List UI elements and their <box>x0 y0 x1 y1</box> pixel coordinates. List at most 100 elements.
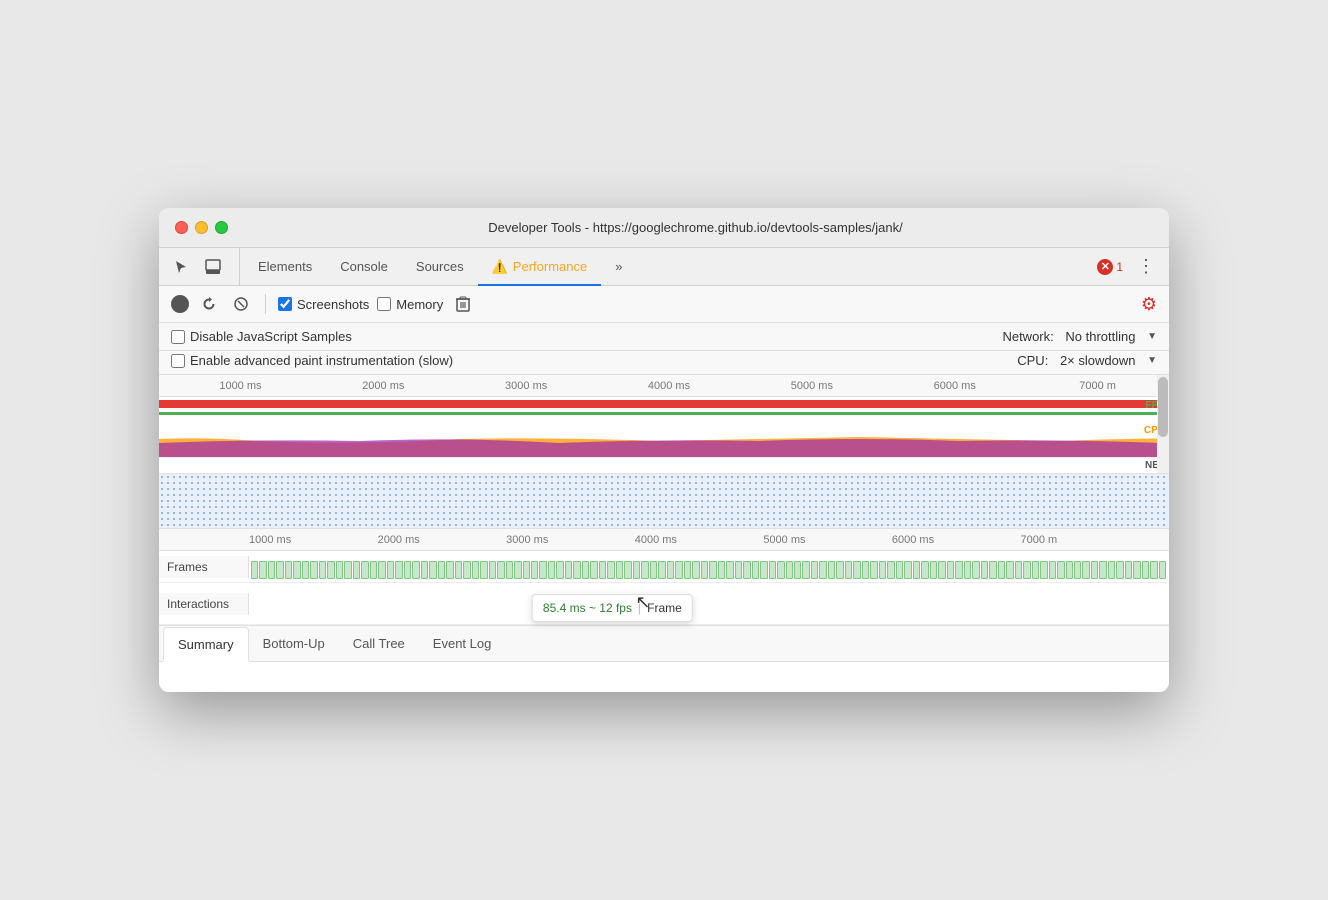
tab-bar: Elements Console Sources ⚠️ Performance … <box>159 248 1169 286</box>
main-time-5000: 5000 ms <box>763 534 892 546</box>
frame-block <box>590 561 597 579</box>
frame-block <box>828 561 835 579</box>
frame-block <box>955 561 962 579</box>
dock-icon[interactable] <box>199 253 227 281</box>
time-marker-1000: 1000 ms <box>169 380 312 392</box>
maximize-button[interactable] <box>215 221 228 234</box>
record-button[interactable] <box>171 295 189 313</box>
frame-block <box>675 561 682 579</box>
interactions-track-row: Interactions ↖ 85.4 ms ~ 12 fps | Frame <box>159 583 1169 625</box>
tab-summary[interactable]: Summary <box>163 627 249 662</box>
settings-button[interactable]: ⚙ <box>1141 294 1157 315</box>
memory-checkbox[interactable] <box>377 297 391 311</box>
frame-block <box>998 561 1005 579</box>
time-marker-3000: 3000 ms <box>455 380 598 392</box>
tab-call-tree[interactable]: Call Tree <box>339 627 419 662</box>
advanced-paint-label[interactable]: Enable advanced paint instrumentation (s… <box>171 353 453 368</box>
frame-block <box>904 561 911 579</box>
disable-js-checkbox[interactable] <box>171 330 185 344</box>
frame-block <box>319 561 326 579</box>
scrollbar-thumb[interactable] <box>1158 377 1168 437</box>
frames-blocks <box>249 553 1169 581</box>
interactions-content: ↖ 85.4 ms ~ 12 fps | Frame <box>249 590 1169 618</box>
frame-block <box>344 561 351 579</box>
tab-sources[interactable]: Sources <box>402 249 478 286</box>
frame-block <box>293 561 300 579</box>
tab-performance[interactable]: ⚠️ Performance <box>478 249 602 286</box>
frame-block <box>989 561 996 579</box>
memory-checkbox-label[interactable]: Memory <box>377 297 443 312</box>
frame-block <box>438 561 445 579</box>
frame-block <box>310 561 317 579</box>
frame-block <box>1159 561 1166 579</box>
time-ruler-top: 1000 ms 2000 ms 3000 ms 4000 ms 5000 ms … <box>159 375 1169 397</box>
frame-block <box>938 561 945 579</box>
frame-block <box>582 561 589 579</box>
time-marker-5000: 5000 ms <box>740 380 883 392</box>
frame-block <box>1108 561 1115 579</box>
frame-block <box>497 561 504 579</box>
frame-block <box>463 561 470 579</box>
frame-block <box>548 561 555 579</box>
frame-block <box>862 561 869 579</box>
screenshots-checkbox-label[interactable]: Screenshots <box>278 297 369 312</box>
disable-js-label[interactable]: Disable JavaScript Samples <box>171 329 352 344</box>
cursor-icon[interactable] <box>167 253 195 281</box>
reload-button[interactable] <box>197 292 221 316</box>
frame-block <box>718 561 725 579</box>
frames-label: Frames <box>159 556 249 578</box>
main-toolbar: Screenshots Memory ⚙ <box>159 286 1169 323</box>
frame-block <box>531 561 538 579</box>
frame-block <box>769 561 776 579</box>
advanced-paint-checkbox[interactable] <box>171 354 185 368</box>
frame-block <box>802 561 809 579</box>
frame-block <box>1133 561 1140 579</box>
frame-block <box>1049 561 1056 579</box>
frame-block <box>1099 561 1106 579</box>
frame-block <box>735 561 742 579</box>
content-area <box>159 662 1169 692</box>
tab-console[interactable]: Console <box>326 249 402 286</box>
frame-block <box>327 561 334 579</box>
frame-block <box>743 561 750 579</box>
network-throttle-select[interactable]: Network: No throttling ▼ <box>1002 329 1157 344</box>
tab-event-log[interactable]: Event Log <box>419 627 506 662</box>
frame-block <box>412 561 419 579</box>
frame-block <box>701 561 708 579</box>
frame-block <box>1040 561 1047 579</box>
main-time-3000: 3000 ms <box>506 534 635 546</box>
time-marker-2000: 2000 ms <box>312 380 455 392</box>
close-button[interactable] <box>175 221 188 234</box>
cpu-throttle-select[interactable]: CPU: 2× slowdown ▼ <box>1017 353 1157 368</box>
bottom-tabs-bar: Summary Bottom-Up Call Tree Event Log <box>159 626 1169 662</box>
frame-block <box>709 561 716 579</box>
frame-block <box>370 561 377 579</box>
clear-button[interactable] <box>229 292 253 316</box>
frame-block <box>506 561 513 579</box>
tab-elements[interactable]: Elements <box>244 249 326 286</box>
frame-block <box>1057 561 1064 579</box>
screenshots-checkbox[interactable] <box>278 297 292 311</box>
divider <box>265 294 266 314</box>
time-ruler-main: 1000 ms 2000 ms 3000 ms 4000 ms 5000 ms … <box>159 529 1169 551</box>
frame-block <box>811 561 818 579</box>
timeline-overview[interactable]: 1000 ms 2000 ms 3000 ms 4000 ms 5000 ms … <box>159 375 1169 474</box>
fps-track: FPS <box>159 397 1169 419</box>
tab-more[interactable]: » <box>601 249 636 286</box>
frame-block <box>760 561 767 579</box>
title-bar: Developer Tools - https://googlechrome.g… <box>159 208 1169 248</box>
frame-block <box>387 561 394 579</box>
frame-block <box>573 561 580 579</box>
overview-scrollbar[interactable] <box>1157 375 1169 473</box>
frame-block <box>268 561 275 579</box>
more-options-button[interactable]: ⋮ <box>1131 256 1161 277</box>
trash-button[interactable] <box>451 292 475 316</box>
frame-block <box>429 561 436 579</box>
tab-bottom-up[interactable]: Bottom-Up <box>249 627 339 662</box>
main-time-4000: 4000 ms <box>635 534 764 546</box>
frame-block <box>480 561 487 579</box>
net-track: NET <box>159 457 1169 473</box>
minimize-button[interactable] <box>195 221 208 234</box>
frame-block <box>896 561 903 579</box>
frame-block <box>599 561 606 579</box>
